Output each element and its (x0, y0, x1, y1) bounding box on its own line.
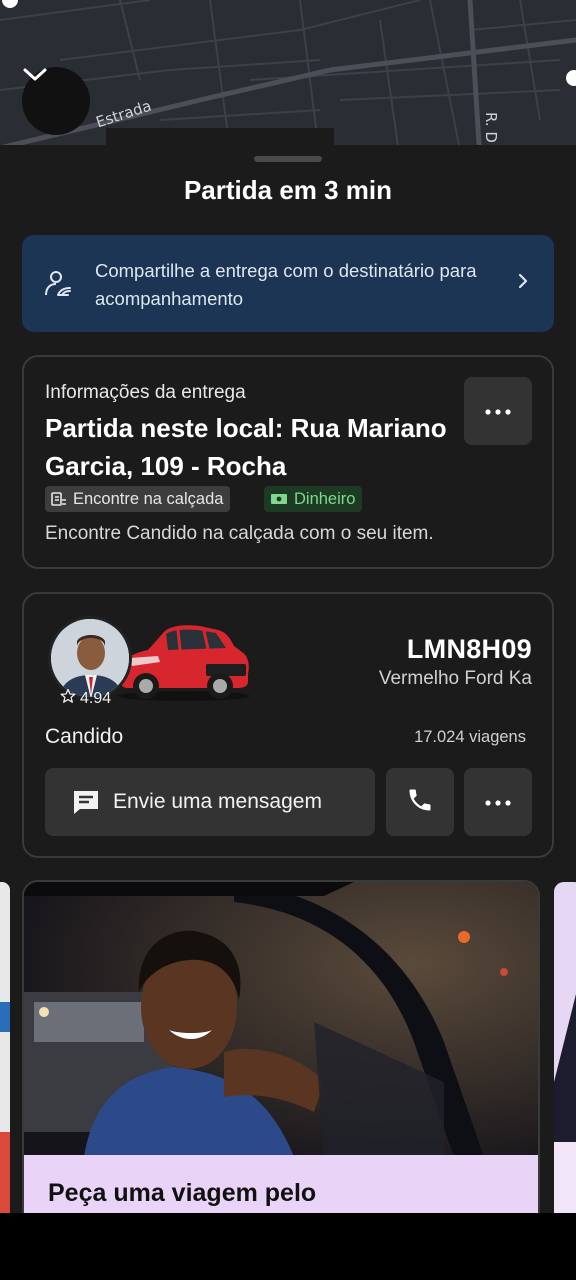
collapse-button[interactable] (22, 67, 90, 135)
star-icon (60, 688, 76, 709)
send-message-button[interactable]: Envie uma mensagem (45, 768, 375, 836)
license-plate: LMN8H09 (406, 634, 532, 664)
share-person-icon (44, 269, 74, 304)
driver-trip-count: 17.024 viagens (414, 728, 526, 746)
call-driver-button[interactable] (386, 768, 454, 836)
car-model: Vermelho Ford Ka (378, 668, 532, 689)
promo-photo (24, 882, 538, 1157)
promo-caption: Peça uma viagem pelo (24, 1155, 538, 1213)
pickup-note: Encontre Candido na calçada com o seu it… (45, 523, 434, 544)
promo-title: Peça uma viagem pelo (48, 1179, 317, 1207)
share-banner-text: Compartilhe a entrega com o destinatário… (95, 260, 477, 309)
delivery-more-button[interactable] (464, 377, 532, 445)
curbside-tag: Encontre na calçada (45, 486, 231, 512)
system-navigation-bar (0, 1213, 576, 1280)
driver-name: Candido (45, 725, 124, 748)
chevron-right-icon (518, 273, 528, 294)
driver-card: 4.94 LMN8H09 Vermelho Ford Ka Candido 17… (22, 592, 554, 858)
sheet-drag-handle[interactable] (254, 156, 322, 162)
more-horizontal-icon (485, 402, 511, 420)
driver-rating: 4.94 (60, 688, 111, 709)
cash-icon (270, 492, 288, 506)
promo-card-previous[interactable] (0, 882, 10, 1213)
street-label: R. D (482, 112, 500, 143)
share-delivery-banner[interactable]: Compartilhe a entrega com o destinatário… (22, 235, 554, 332)
more-horizontal-icon (485, 793, 511, 811)
payment-cash-tag: Dinheiro (264, 486, 363, 512)
phone-icon (406, 786, 434, 819)
message-icon (72, 789, 100, 815)
sheet-top-tab (106, 128, 334, 148)
sheet-title: Partida em 3 min (183, 175, 393, 205)
delivery-info-card: Informações da entrega Partida neste loc… (22, 355, 554, 569)
curbside-tag-label: Encontre na calçada (73, 489, 224, 508)
pickup-address: Partida neste local: Rua Mariano Garcia,… (45, 413, 447, 481)
delivery-info-label: Informações da entrega (45, 382, 246, 403)
rating-value: 4.94 (80, 689, 112, 707)
promo-card[interactable]: Peça uma viagem pelo (22, 880, 540, 1213)
driver-more-button[interactable] (464, 768, 532, 836)
curbside-icon (51, 491, 67, 507)
cash-tag-label: Dinheiro (294, 489, 356, 508)
trip-bottom-sheet[interactable]: Partida em 3 min Compartilhe a entrega c… (0, 145, 576, 1213)
send-message-label: Envie uma mensagem (113, 790, 322, 813)
promo-card-next[interactable] (554, 882, 576, 1213)
